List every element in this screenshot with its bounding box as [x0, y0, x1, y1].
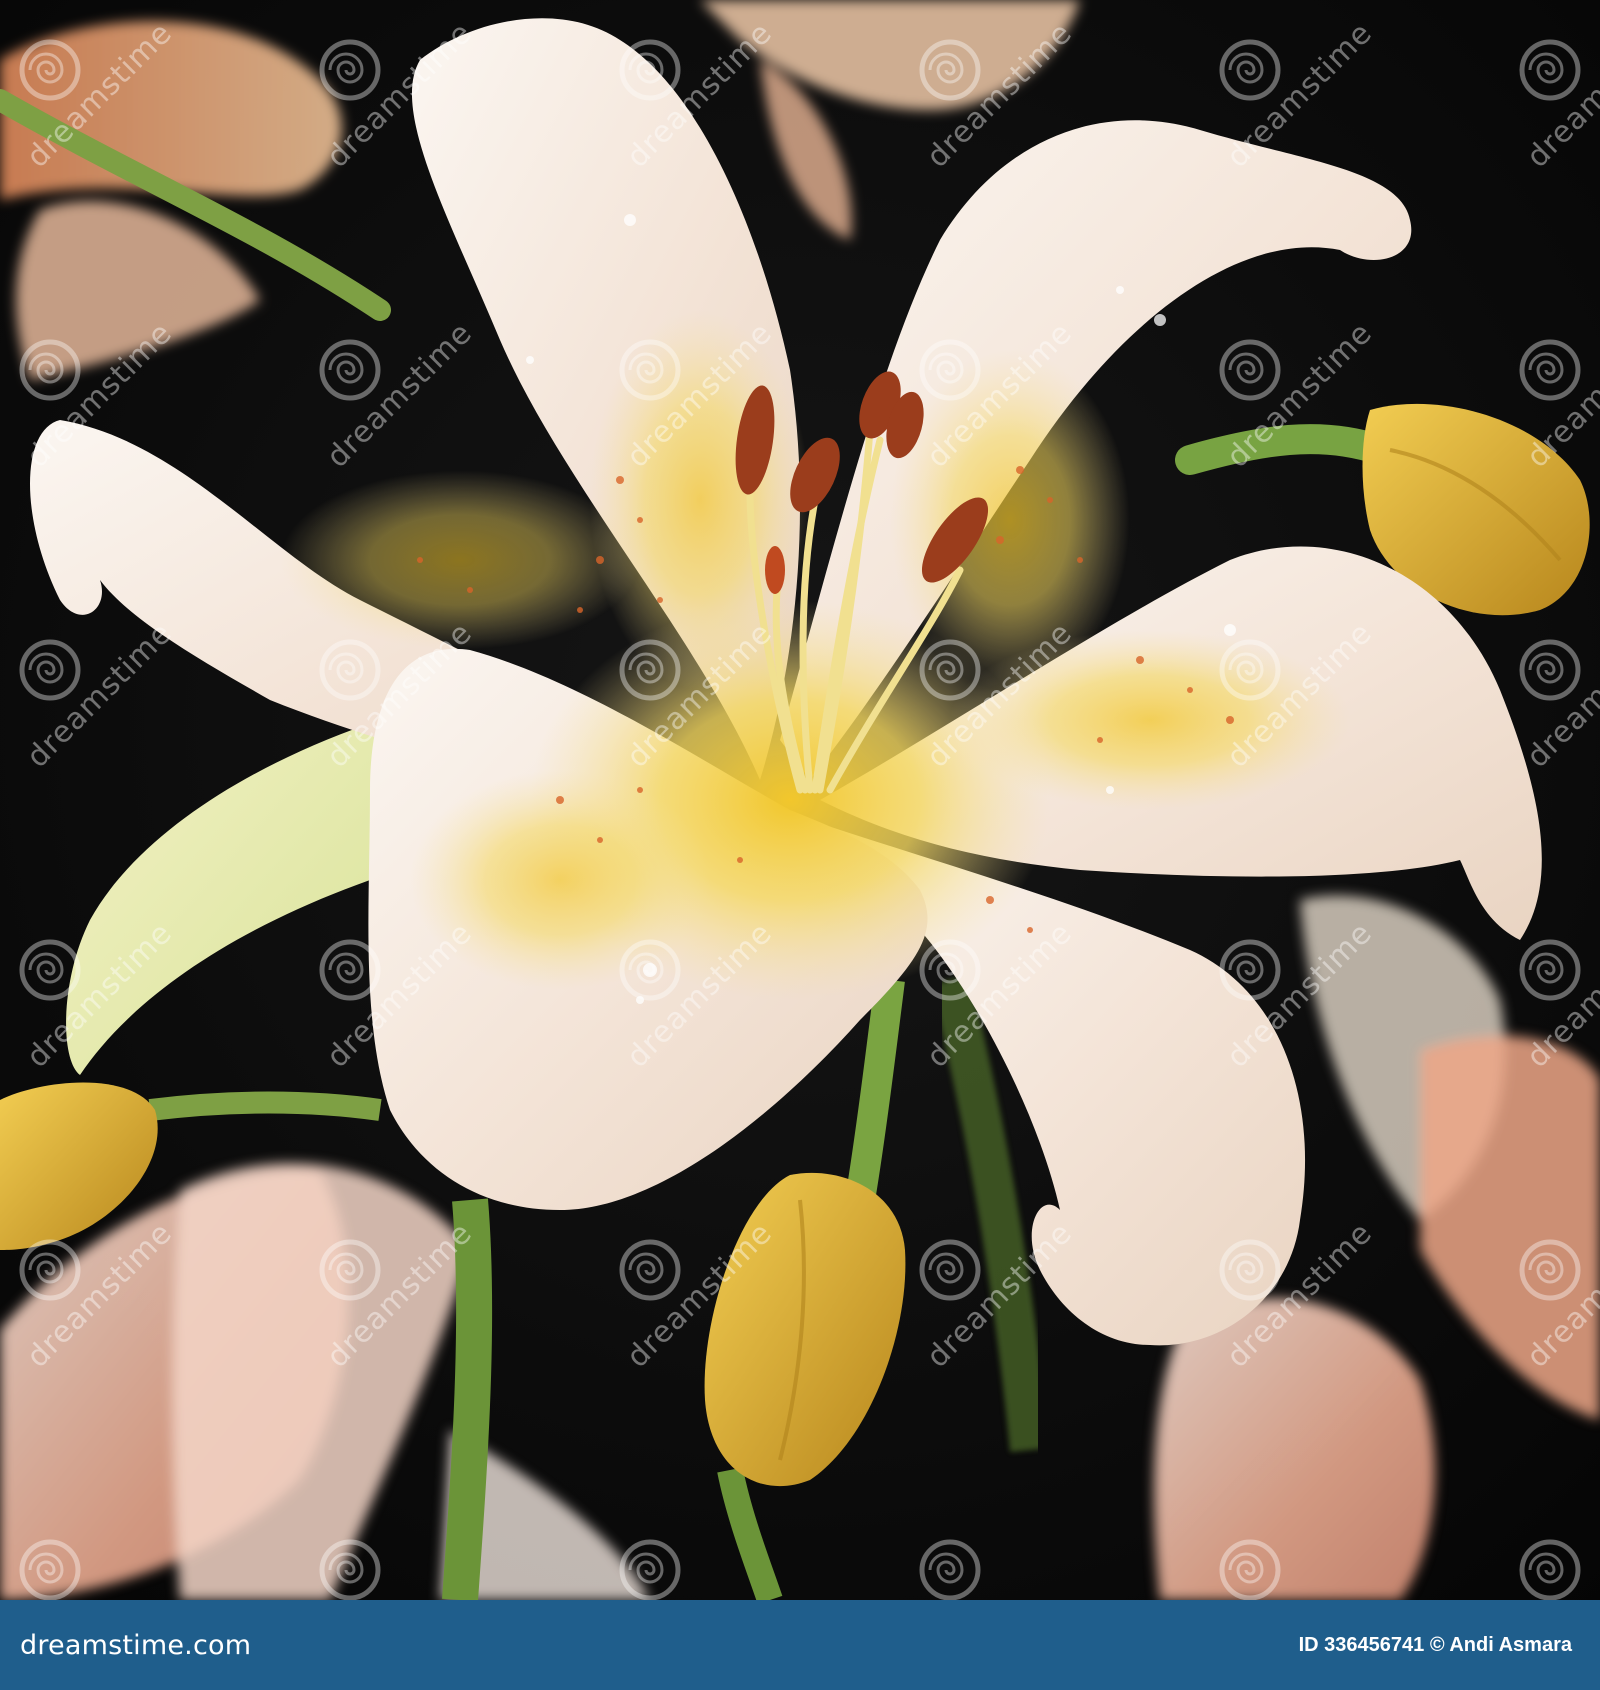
- stock-photo-page: dreamstime dreamstime dreamstime dreamstime…: [0, 0, 1600, 1690]
- image-id-credit: ID 336456741 © Andi Asmara: [1298, 1633, 1572, 1656]
- lily-photo: dreamstime dreamstime dreamstime dreamstime…: [0, 0, 1600, 1600]
- lily-illustration: [0, 0, 1600, 1600]
- stock-footer-bar: dreamstime.com ID 336456741 © Andi Asmar…: [0, 1600, 1600, 1690]
- dreamstime-logo[interactable]: dreamstime.com: [20, 1630, 251, 1661]
